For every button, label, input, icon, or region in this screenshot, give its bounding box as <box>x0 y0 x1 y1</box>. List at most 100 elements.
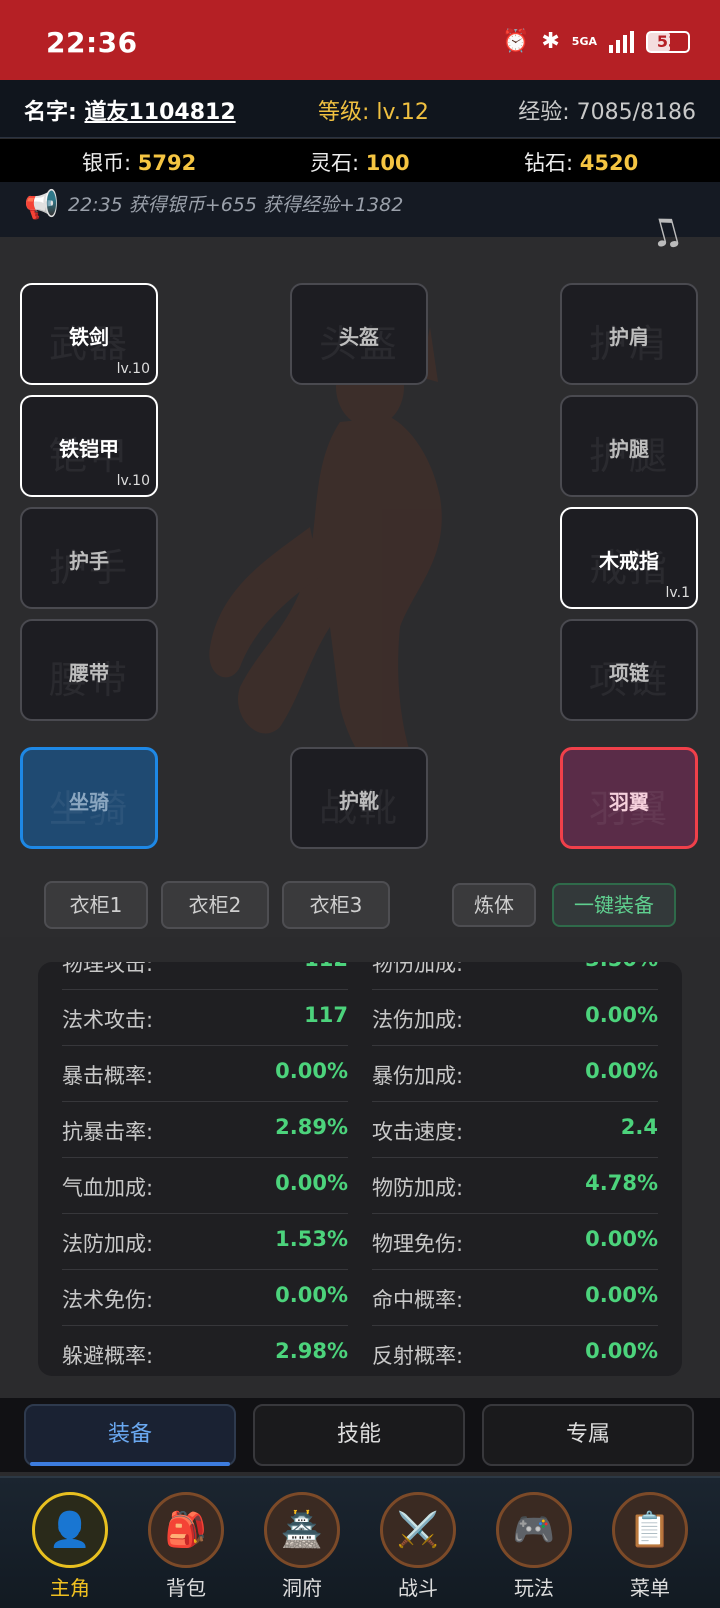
tab-equipment[interactable]: 装备 <box>24 1404 236 1466</box>
stat-label: 暴击概率: <box>62 1064 154 1088</box>
megaphone-icon: 📢 <box>24 188 59 221</box>
stat-label: 法术免伤: <box>62 1288 154 1312</box>
stat-row: 反射概率: 0.00% <box>372 1326 658 1376</box>
stat-row: 法术免伤: 0.00% <box>62 1270 348 1326</box>
nav-cave[interactable]: 🏯 洞府 <box>252 1492 352 1601</box>
silver-label: 银币: <box>82 151 132 175</box>
stat-label: 物防加成: <box>372 1176 464 1200</box>
stat-value: 0.00% <box>585 1003 658 1027</box>
silver-coins: 银币: 5792 <box>82 147 196 177</box>
tab-skills[interactable]: 技能 <box>253 1404 465 1466</box>
shoulder-name: 护肩 <box>609 325 649 349</box>
helmet-name: 头盔 <box>339 325 379 349</box>
wings-slot[interactable]: 羽翼 羽翼 <box>560 747 698 849</box>
gloves-name: 护手 <box>69 549 109 573</box>
refine-body-button[interactable]: 炼体 <box>452 883 536 927</box>
bottom-navigation: 👤 主角 🎒 背包 🏯 洞府 ⚔️ 战斗 🎮 玩法 📋 菜单 <box>0 1476 720 1608</box>
stat-label: 法伤加成: <box>372 1008 464 1032</box>
battery-level: 53 <box>656 32 680 51</box>
name-value[interactable]: 道友1104812 <box>84 100 235 125</box>
stat-value: 0.00% <box>585 1283 658 1307</box>
nav-backpack[interactable]: 🎒 背包 <box>136 1492 236 1601</box>
stat-row: 气血加成: 0.00% <box>62 1158 348 1214</box>
nav-label: 玩法 <box>514 1576 554 1600</box>
stat-value: 2.98% <box>275 1339 348 1363</box>
mount-slot[interactable]: 坐骑 坐骑 <box>20 747 158 849</box>
nav-battle[interactable]: ⚔️ 战斗 <box>368 1492 468 1601</box>
stat-row: 物理攻击: 112 <box>62 962 348 990</box>
person-icon: 👤 <box>32 1492 108 1568</box>
stat-value: 117 <box>304 1003 348 1027</box>
player-name[interactable]: 名字: 道友1104812 <box>24 94 236 126</box>
signal-icon <box>609 31 634 53</box>
stat-value: 0.00% <box>585 1339 658 1363</box>
necklace-slot[interactable]: 项链 项链 <box>560 619 698 721</box>
leggings-slot[interactable]: 护腿 护腿 <box>560 395 698 497</box>
wardrobe-3-button[interactable]: 衣柜3 <box>282 881 390 929</box>
nav-label: 主角 <box>50 1576 90 1600</box>
stat-row: 攻击速度: 2.4 <box>372 1102 658 1158</box>
wardrobe-2-button[interactable]: 衣柜2 <box>161 881 269 929</box>
tab-exclusive[interactable]: 专属 <box>482 1404 694 1466</box>
silver-value: 5792 <box>137 151 197 175</box>
crossed-swords-icon: ⚔️ <box>380 1492 456 1568</box>
stat-label: 法术攻击: <box>62 1008 154 1032</box>
character-silhouette <box>209 327 442 792</box>
clipboard-icon: 📋 <box>612 1492 688 1568</box>
ring-level: lv.1 <box>665 585 690 601</box>
stat-row: 物理免伤: 0.00% <box>372 1214 658 1270</box>
stat-label: 法防加成: <box>62 1232 154 1256</box>
stat-label: 攻击速度: <box>372 1120 464 1144</box>
stat-row: 暴击概率: 0.00% <box>62 1046 348 1102</box>
diamond-label: 钻石: <box>524 151 574 175</box>
nav-gameplay[interactable]: 🎮 玩法 <box>484 1492 584 1601</box>
stat-label: 抗暴击率: <box>62 1120 154 1144</box>
stats-panel: 物理攻击:112 物伤加成:3.50% 法术攻击:117 法伤加成:0.00% … <box>38 962 682 1376</box>
diamond-value: 4520 <box>579 151 639 175</box>
gloves-slot[interactable]: 护手 护手 <box>20 507 158 609</box>
wardrobe-1-button[interactable]: 衣柜1 <box>44 881 148 929</box>
stat-value: 3.50% <box>585 962 658 971</box>
stat-row: 物伤加成: 3.50% <box>372 962 658 990</box>
armor-name: 铁铠甲 <box>59 437 119 461</box>
necklace-name: 项链 <box>609 661 649 685</box>
armor-slot[interactable]: 铠甲 铁铠甲 lv.10 <box>20 395 158 497</box>
news-text: 22:35 获得银币+655 获得经验+1382 <box>68 194 404 216</box>
stat-row: 命中概率: 0.00% <box>372 1270 658 1326</box>
mount-name: 坐骑 <box>69 790 109 814</box>
nav-menu[interactable]: 📋 菜单 <box>600 1492 700 1601</box>
ring-slot[interactable]: 戒指 木戒指 lv.1 <box>560 507 698 609</box>
wings-name: 羽翼 <box>609 790 649 814</box>
equip-all-button[interactable]: 一键装备 <box>552 883 676 927</box>
sub-tab-bar: 装备 技能 专属 <box>0 1398 720 1472</box>
stat-label: 反射概率: <box>372 1344 464 1368</box>
stat-row: 物防加成: 4.78% <box>372 1158 658 1214</box>
boots-slot[interactable]: 战靴 护靴 <box>290 747 428 849</box>
belt-name: 腰带 <box>69 661 109 685</box>
stat-value: 0.00% <box>275 1171 348 1195</box>
stat-value: 0.00% <box>585 1227 658 1251</box>
shoulder-slot[interactable]: 护肩 护肩 <box>560 283 698 385</box>
stat-label: 物理攻击: <box>62 962 154 976</box>
stat-row: 躲避概率: 2.98% <box>62 1326 348 1376</box>
status-bar: 22:36 ⏰ ✱ 5GA 53 <box>0 0 720 80</box>
backpack-icon: 🎒 <box>148 1492 224 1568</box>
equipment-panel: 武器 铁剑 lv.10 头盔 头盔 护肩 护肩 铠甲 铁铠甲 lv.10 护腿 … <box>0 237 720 937</box>
stat-value: 4.78% <box>585 1171 658 1195</box>
stat-value: 0.00% <box>585 1059 658 1083</box>
boots-name: 护靴 <box>339 789 379 813</box>
belt-slot[interactable]: 腰带 腰带 <box>20 619 158 721</box>
stat-label: 气血加成: <box>62 1176 154 1200</box>
player-level: 等级: lv.12 <box>318 100 429 125</box>
nav-hero[interactable]: 👤 主角 <box>20 1492 120 1601</box>
diamonds: 钻石: 4520 <box>524 147 638 177</box>
armor-level: lv.10 <box>116 473 150 489</box>
stat-value: 0.00% <box>275 1059 348 1083</box>
currency-bar: 银币: 5792 灵石: 100 钻石: 4520 <box>0 139 720 182</box>
network-type: 5GA <box>571 35 597 48</box>
stat-value: 0.00% <box>275 1283 348 1307</box>
weapon-slot[interactable]: 武器 铁剑 lv.10 <box>20 283 158 385</box>
helmet-slot[interactable]: 头盔 头盔 <box>290 283 428 385</box>
nav-label: 背包 <box>166 1576 206 1600</box>
clock: 22:36 <box>46 26 138 59</box>
